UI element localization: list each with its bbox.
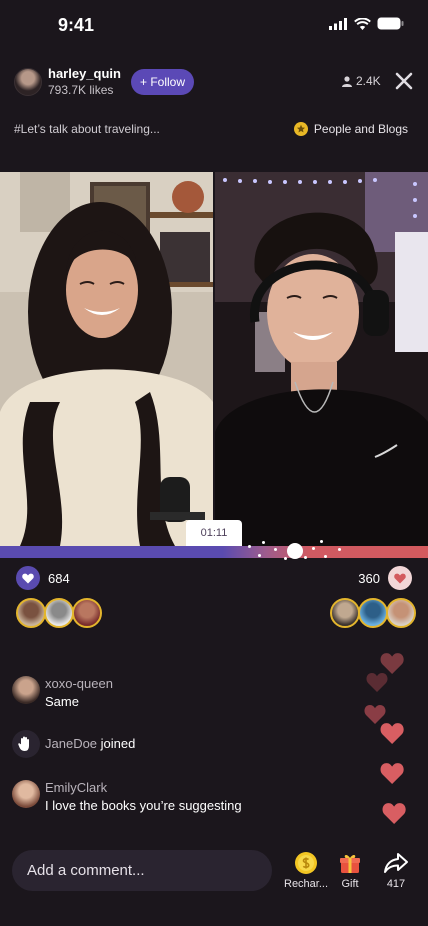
gifter-avatar[interactable] (330, 598, 360, 628)
spark (320, 540, 323, 543)
gift-label: Gift (341, 878, 359, 890)
host-video[interactable] (0, 172, 213, 546)
right-top-gifters (330, 598, 416, 628)
share-icon (384, 853, 408, 873)
spark (338, 548, 341, 551)
viewer-count: 2.4K (342, 74, 381, 88)
wifi-icon (354, 17, 371, 30)
comment-input[interactable] (12, 850, 272, 891)
share-count: 417 (386, 878, 406, 890)
heart-icon (380, 653, 404, 674)
host-avatar[interactable] (14, 68, 42, 96)
share-button[interactable]: 417 (374, 850, 418, 890)
gifter-avatar[interactable] (16, 598, 46, 628)
spark (304, 556, 307, 559)
coin-icon (295, 852, 317, 874)
chat-avatar[interactable] (12, 676, 40, 704)
viewer-count-value: 2.4K (356, 74, 381, 88)
gifter-avatar[interactable] (358, 598, 388, 628)
left-top-gifters (16, 598, 102, 628)
spark (258, 554, 261, 557)
star-badge-icon (293, 122, 308, 136)
join-username[interactable]: JaneDoe (45, 736, 97, 751)
right-score-value: 360 (358, 570, 380, 586)
heart-icon (366, 673, 388, 692)
heart-icon (380, 763, 404, 784)
host-likes: 793.7K likes (48, 83, 114, 97)
signal-icon (329, 17, 347, 30)
chat-join-notice: JaneDoe joined (12, 730, 135, 758)
chat-text: Same (45, 694, 79, 709)
recharge-button[interactable]: Rechar... (284, 850, 328, 890)
spark (262, 541, 265, 544)
left-score-value: 684 (48, 570, 70, 586)
heart-icon (380, 723, 404, 744)
category-label: People and Blogs (313, 122, 408, 136)
floating-hearts (360, 650, 420, 830)
gifter-avatar[interactable] (386, 598, 416, 628)
chat-message: EmilyClark I love the books you’re sugge… (12, 780, 242, 816)
chat-message: xoxo-queen Same (12, 676, 113, 712)
status-bar: 9:41 (0, 0, 428, 50)
spark (284, 557, 287, 560)
chat-username[interactable]: xoxo-queen (45, 676, 113, 692)
spark (312, 547, 315, 550)
close-icon[interactable] (394, 71, 414, 91)
join-text: joined (100, 736, 136, 751)
gift-button[interactable]: Gift (328, 850, 372, 890)
guest-video-image (215, 172, 428, 546)
heart-icon (382, 803, 406, 824)
battle-score-bar (0, 546, 428, 558)
right-score: 360 (358, 566, 412, 590)
recharge-label: Rechar... (284, 878, 329, 890)
gifter-avatar[interactable] (44, 598, 74, 628)
gifter-avatar[interactable] (72, 598, 102, 628)
person-icon (342, 75, 352, 87)
follow-button[interactable]: + Follow (131, 69, 194, 95)
heart-icon[interactable] (388, 566, 412, 590)
guest-video[interactable] (215, 172, 428, 546)
host-name: harley_quin (48, 66, 121, 81)
host-video-image (0, 172, 213, 546)
wave-icon (12, 730, 40, 758)
status-icons (329, 17, 404, 30)
chat-avatar[interactable] (12, 780, 40, 808)
chat-text: I love the books you’re suggesting (45, 798, 242, 813)
chat-username[interactable]: EmilyClark (45, 780, 242, 796)
heart-icon (364, 705, 386, 724)
score-bar-knob (287, 543, 303, 559)
status-time: 9:41 (58, 15, 95, 35)
heart-icon[interactable] (16, 566, 40, 590)
host-info[interactable]: harley_quin 793.7K likes (14, 66, 121, 98)
left-score: 684 (16, 566, 70, 590)
spark (248, 545, 251, 548)
battle-timer: 01:11 (186, 520, 242, 546)
spark (274, 548, 277, 551)
stream-category[interactable]: People and Blogs (293, 122, 408, 136)
gift-icon (340, 854, 360, 873)
spark (324, 555, 327, 558)
stream-topic: #Let’s talk about traveling... (14, 122, 160, 136)
battery-icon (377, 17, 404, 30)
